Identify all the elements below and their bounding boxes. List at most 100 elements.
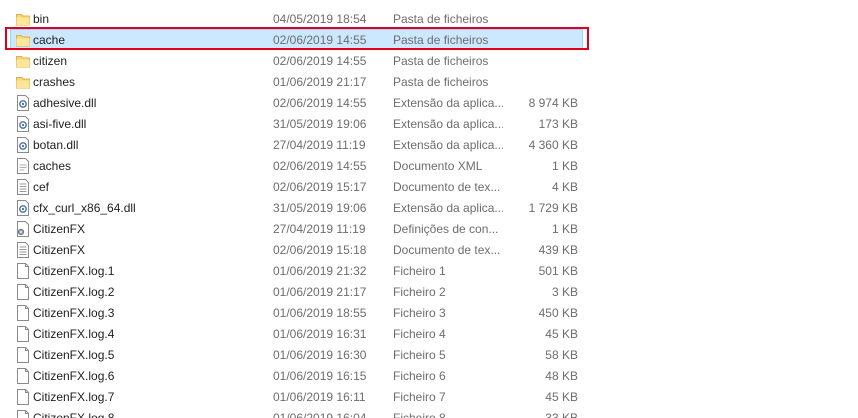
- file-size: 1 729 KB: [528, 201, 578, 215]
- file-date-modified: 31/05/2019 19:06: [273, 117, 367, 131]
- file-date-modified: 27/04/2019 11:19: [273, 222, 366, 236]
- file-date-modified: 01/06/2019 18:55: [273, 306, 367, 320]
- file-name: citizen: [33, 54, 68, 68]
- file-date-modified: 01/06/2019 16:11: [273, 390, 366, 404]
- file-date-modified: 02/06/2019 14:55: [273, 96, 367, 110]
- folder-icon: [16, 53, 30, 69]
- blank-file-icon: [16, 410, 30, 418]
- folder-icon: [16, 32, 30, 48]
- file-row-selected[interactable]: cache 02/06/2019 14:55 Pasta de ficheiros: [10, 29, 583, 49]
- file-size: 45 KB: [545, 390, 578, 404]
- file-row[interactable]: CitizenFX.log.1 01/06/2019 21:32 Ficheiro …: [10, 260, 583, 280]
- file-type: Ficheiro 4: [393, 327, 446, 341]
- file-name: cef: [33, 180, 50, 194]
- file-type: Ficheiro 6: [393, 369, 446, 383]
- text-file-icon: [16, 179, 30, 195]
- file-name: adhesive.dll: [33, 96, 97, 110]
- file-name: CitizenFX.log.4: [33, 327, 115, 341]
- xml-file-icon: [16, 158, 30, 174]
- dll-icon: [16, 95, 30, 111]
- file-date-modified: 01/06/2019 21:17: [273, 285, 367, 299]
- file-row[interactable]: crashes 01/06/2019 21:17 Pasta de ficheiro…: [10, 71, 583, 91]
- file-size: 4 KB: [551, 180, 578, 194]
- file-date-modified: 02/06/2019 14:55: [273, 159, 367, 173]
- file-type: Ficheiro 2: [393, 285, 446, 299]
- file-row[interactable]: CitizenFX.log.5 01/06/2019 16:30 Ficheiro …: [10, 344, 583, 364]
- file-row[interactable]: botan.dll 27/04/2019 11:19 Extensão da apl…: [10, 134, 583, 154]
- file-type: Ficheiro 3: [393, 306, 446, 320]
- file-name: CitizenFX.log.7: [33, 390, 115, 404]
- file-date-modified: 27/04/2019 11:19: [273, 138, 366, 152]
- file-type: Documento de tex...: [393, 180, 501, 194]
- blank-file-icon: [16, 389, 30, 405]
- file-type: Pasta de ficheiros: [393, 75, 489, 89]
- file-date-modified: 02/06/2019 14:55: [273, 54, 367, 68]
- file-size: 4 360 KB: [528, 138, 578, 152]
- file-name: CitizenFX: [33, 243, 86, 257]
- file-type: Extensão da aplica...: [393, 117, 503, 131]
- file-date-modified: 31/05/2019 19:06: [273, 201, 367, 215]
- dll-icon: [16, 116, 30, 132]
- file-name: crashes: [33, 75, 76, 89]
- file-row[interactable]: cef 02/06/2019 15:17 Documento de tex... 4 …: [10, 176, 583, 196]
- file-type: Extensão da aplica...: [393, 201, 503, 215]
- file-type: Definições de con...: [393, 222, 499, 236]
- file-row[interactable]: CitizenFX 27/04/2019 11:19 Definições de c…: [10, 218, 583, 238]
- file-date-modified: 04/05/2019 18:54: [273, 12, 367, 26]
- file-date-modified: 01/06/2019 21:32: [273, 264, 367, 278]
- file-type: Pasta de ficheiros: [393, 12, 489, 26]
- file-name: CitizenFX: [33, 222, 86, 236]
- file-type: Extensão da aplica...: [393, 138, 503, 152]
- text-file-icon: [16, 242, 30, 258]
- file-row[interactable]: adhesive.dll 02/06/2019 14:55 Extensão da …: [10, 92, 583, 112]
- file-type: Ficheiro 8: [393, 411, 446, 418]
- file-date-modified: 02/06/2019 15:17: [273, 180, 367, 194]
- file-row[interactable]: CitizenFX.log.3 01/06/2019 18:55 Ficheiro …: [10, 302, 583, 322]
- file-name: cache: [33, 33, 66, 47]
- file-row[interactable]: cfx_curl_x86_64.dll 31/05/2019 19:06 Exten…: [10, 197, 583, 217]
- file-row[interactable]: CitizenFX.log.6 01/06/2019 16:15 Ficheiro …: [10, 365, 583, 385]
- config-file-icon: [16, 221, 30, 237]
- file-size: 45 KB: [545, 327, 578, 341]
- file-row[interactable]: bin 04/05/2019 18:54 Pasta de ficheiros: [10, 8, 583, 28]
- file-size: 48 KB: [545, 369, 578, 383]
- file-row[interactable]: CitizenFX.log.8 01/06/2019 16:04 Ficheiro …: [10, 407, 583, 418]
- file-row[interactable]: CitizenFX.log.7 01/06/2019 16:11 Ficheiro …: [10, 386, 583, 406]
- file-row[interactable]: CitizenFX.log.4 01/06/2019 16:31 Ficheiro …: [10, 323, 583, 343]
- file-type: Documento de tex...: [393, 243, 501, 257]
- file-name: CitizenFX.log.6: [33, 369, 115, 383]
- file-name: caches: [33, 159, 72, 173]
- file-name: CitizenFX.log.5: [33, 348, 115, 362]
- file-size: 3 KB: [551, 285, 578, 299]
- file-type: Ficheiro 5: [393, 348, 446, 362]
- blank-file-icon: [16, 284, 30, 300]
- file-row[interactable]: CitizenFX.log.2 01/06/2019 21:17 Ficheiro …: [10, 281, 583, 301]
- file-list: bin 04/05/2019 18:54 Pasta de ficheiros cac…: [0, 0, 858, 418]
- file-size: 1 KB: [551, 159, 578, 173]
- blank-file-icon: [16, 347, 30, 363]
- file-size: 173 KB: [538, 117, 578, 131]
- file-row[interactable]: citizen 02/06/2019 14:55 Pasta de ficheiro…: [10, 50, 583, 70]
- file-name: asi-five.dll: [33, 117, 87, 131]
- file-date-modified: 01/06/2019 21:17: [273, 75, 367, 89]
- file-size: 439 KB: [538, 243, 578, 257]
- file-date-modified: 01/06/2019 16:04: [273, 411, 367, 418]
- folder-icon: [16, 11, 30, 27]
- file-date-modified: 01/06/2019 16:31: [273, 327, 367, 341]
- blank-file-icon: [16, 305, 30, 321]
- file-row[interactable]: asi-five.dll 31/05/2019 19:06 Extensão da …: [10, 113, 583, 133]
- file-size: 450 KB: [538, 306, 578, 320]
- file-name: CitizenFX.log.2: [33, 285, 115, 299]
- file-name: CitizenFX.log.8: [33, 411, 115, 418]
- file-date-modified: 02/06/2019 14:55: [273, 33, 367, 47]
- dll-icon: [16, 200, 30, 216]
- file-size: 501 KB: [538, 264, 578, 278]
- file-date-modified: 01/06/2019 16:30: [273, 348, 367, 362]
- blank-file-icon: [16, 368, 30, 384]
- file-type: Pasta de ficheiros: [393, 54, 489, 68]
- file-type: Documento XML: [393, 159, 483, 173]
- file-type: Pasta de ficheiros: [393, 33, 489, 47]
- file-row[interactable]: CitizenFX 02/06/2019 15:18 Documento de te…: [10, 239, 583, 259]
- file-date-modified: 01/06/2019 16:15: [273, 369, 367, 383]
- file-row[interactable]: caches 02/06/2019 14:55 Documento XML 1 KB: [10, 155, 583, 175]
